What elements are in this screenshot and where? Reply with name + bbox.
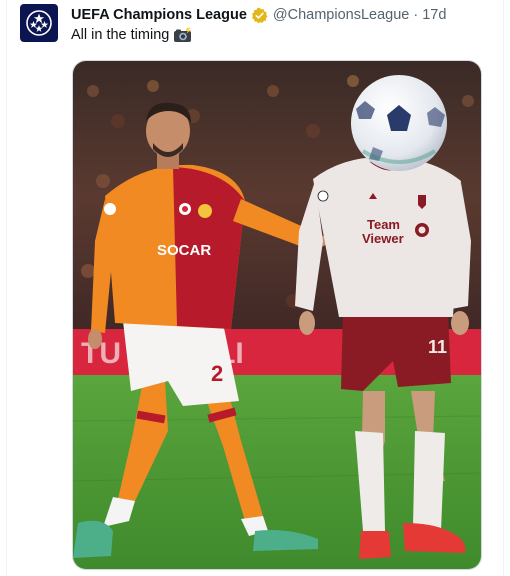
- left-shirt-sponsor: SOCAR: [157, 242, 211, 259]
- tweet-header: UEFA Champions League @ChampionsLeague ·…: [71, 5, 446, 25]
- starball-logo-icon: [20, 4, 58, 42]
- author-avatar[interactable]: [20, 4, 58, 42]
- author-name[interactable]: UEFA Champions League: [71, 7, 247, 23]
- tweet-photo[interactable]: TU AI AIRLI 2: [72, 60, 482, 570]
- tweet-text: All in the timing: [71, 27, 192, 43]
- tweet-timestamp[interactable]: 17d: [422, 7, 446, 23]
- right-shirt-sponsor-line2: Viewer: [362, 231, 404, 246]
- timeline-border-left: [6, 0, 7, 576]
- camera-flash-icon: [173, 27, 192, 43]
- tweet-text-content: All in the timing: [71, 27, 170, 43]
- left-shorts-number: 2: [211, 361, 223, 386]
- right-shirt-sponsor-line1: Team: [367, 217, 400, 232]
- match-photo: TU AI AIRLI 2: [73, 61, 481, 569]
- author-handle[interactable]: @ChampionsLeague: [273, 7, 409, 23]
- timeline-border-right: [503, 0, 504, 576]
- separator-dot: ·: [413, 7, 419, 23]
- right-shorts-number: 11: [428, 337, 447, 357]
- football: [351, 75, 447, 171]
- verified-badge-icon[interactable]: [251, 7, 268, 24]
